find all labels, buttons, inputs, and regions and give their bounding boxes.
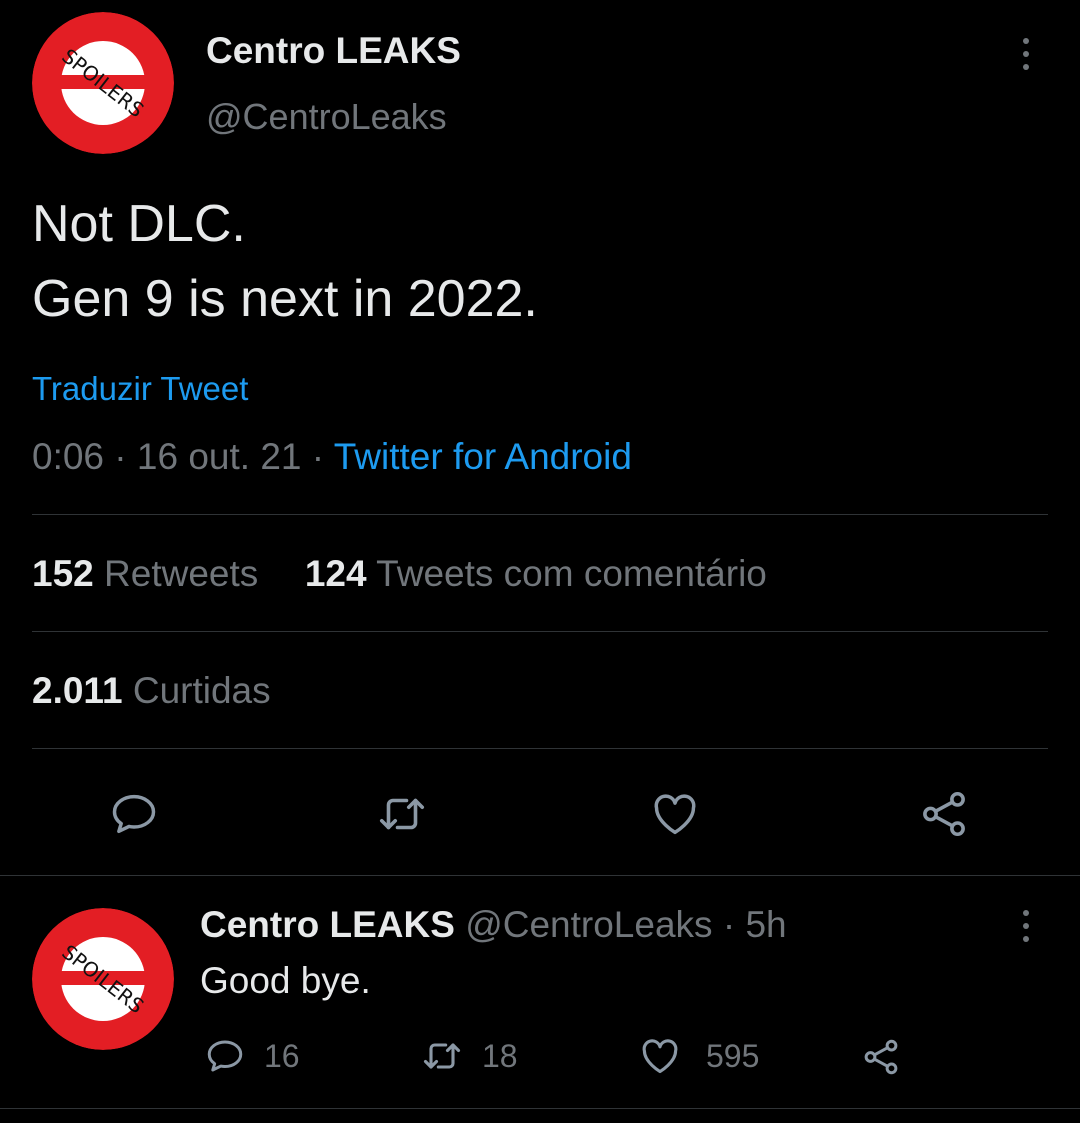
quotes-stat[interactable]: 124 Tweets com comentário: [305, 553, 767, 594]
section-divider: [0, 875, 1080, 876]
like-icon: [638, 1034, 682, 1078]
retweets-stat[interactable]: 152 Retweets: [32, 553, 258, 594]
reply-action-reply[interactable]: 16: [204, 1034, 300, 1078]
likes-stat[interactable]: 2.011 Curtidas: [32, 670, 271, 712]
tweet-date: 16 out. 21: [136, 436, 302, 477]
divider: [32, 748, 1048, 749]
meta-separator: ·: [311, 436, 325, 477]
reply-separator: ·: [722, 904, 736, 945]
like-count: 595: [706, 1037, 760, 1074]
tweet-time: 0:06: [32, 436, 105, 477]
reply-action-retweet[interactable]: 18: [420, 1034, 518, 1078]
reply-icon[interactable]: [104, 784, 164, 844]
tweet-source-link[interactable]: Twitter for Android: [334, 436, 632, 477]
retweet-count: 18: [482, 1037, 518, 1074]
tweet-text-line-1: Not DLC.: [32, 195, 246, 253]
reply-text: Good bye.: [200, 960, 371, 1001]
divider: [32, 631, 1048, 632]
translate-tweet-link[interactable]: Traduzir Tweet: [32, 370, 248, 408]
reply-author-handle[interactable]: @CentroLeaks: [465, 904, 712, 945]
retweet-icon[interactable]: [372, 784, 432, 844]
reply-author-name[interactable]: Centro LEAKS: [200, 904, 455, 945]
likes-label: Curtidas: [132, 670, 271, 711]
author-handle[interactable]: @CentroLeaks: [206, 96, 447, 138]
retweet-icon: [420, 1034, 464, 1078]
like-icon[interactable]: [645, 784, 705, 844]
tweet-text-line-2: Gen 9 is next in 2022.: [32, 270, 538, 328]
likes-count: 2.011: [32, 670, 123, 711]
tweet-meta: 0:06 · 16 out. 21 · Twitter for Android: [32, 436, 632, 478]
spoilers-logo-icon: SPOILERS: [32, 12, 174, 154]
spoilers-logo-icon: SPOILERS: [32, 908, 174, 1050]
section-divider: [0, 1108, 1080, 1109]
reply-action-like[interactable]: 595: [638, 1034, 759, 1078]
reply-author-avatar[interactable]: SPOILERS: [32, 908, 174, 1050]
author-avatar[interactable]: SPOILERS: [32, 12, 174, 154]
reply-header: Centro LEAKS @CentroLeaks · 5h: [200, 904, 787, 946]
quotes-count: 124: [304, 553, 367, 594]
reply-more-options-icon[interactable]: [1016, 910, 1036, 942]
meta-separator: ·: [114, 436, 127, 477]
author-name[interactable]: Centro LEAKS: [206, 30, 461, 72]
reply-count: 16: [264, 1037, 300, 1074]
reply-age[interactable]: 5h: [745, 904, 786, 945]
more-options-icon[interactable]: [1016, 38, 1036, 70]
divider: [32, 514, 1048, 515]
share-icon[interactable]: [914, 784, 974, 844]
engagement-stats: 152 Retweets 124 Tweets com comentário: [32, 553, 767, 595]
reply-share-icon[interactable]: [858, 1034, 904, 1080]
quotes-label: Tweets com comentário: [376, 553, 767, 594]
retweets-count: 152: [32, 553, 94, 594]
retweets-label: Retweets: [104, 553, 259, 594]
reply-icon: [204, 1035, 246, 1077]
